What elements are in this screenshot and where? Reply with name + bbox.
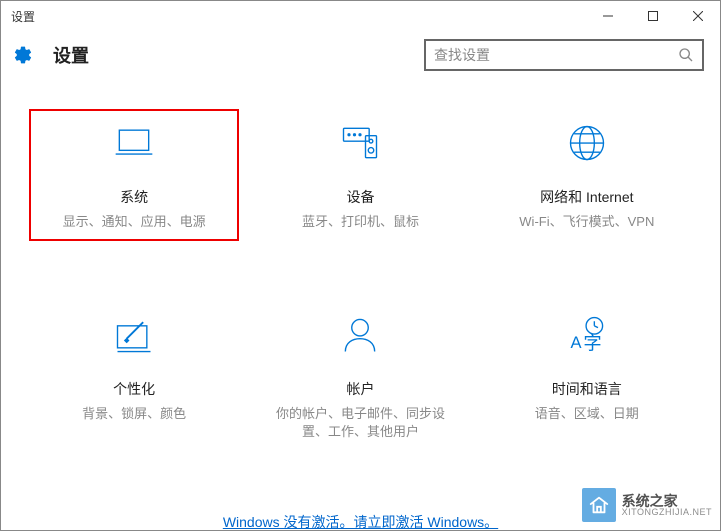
person-icon [336, 311, 384, 359]
tile-desc: 蓝牙、打印机、鼠标 [292, 213, 429, 231]
maximize-icon [648, 11, 658, 21]
minimize-icon [603, 11, 613, 21]
tile-desc: 你的帐户、电子邮件、同步设置、工作、其他用户 [265, 405, 455, 441]
tile-desc: 语音、区域、日期 [525, 405, 649, 423]
tile-personalization[interactable]: 个性化 背景、锁屏、颜色 [29, 301, 239, 451]
tile-desc: Wi-Fi、飞行模式、VPN [509, 213, 664, 231]
tile-title: 网络和 Internet [540, 187, 633, 207]
laptop-icon [110, 119, 158, 167]
tile-title: 系统 [120, 187, 148, 207]
close-button[interactable] [675, 1, 720, 31]
tile-desc: 背景、锁屏、颜色 [72, 405, 196, 423]
watermark: 系统之家 XITONGZHIJIA.NET [582, 488, 712, 522]
maximize-button[interactable] [630, 1, 675, 31]
tile-time-language[interactable]: A字 时间和语言 语音、区域、日期 [482, 301, 692, 451]
tile-network[interactable]: 网络和 Internet Wi-Fi、飞行模式、VPN [482, 109, 692, 241]
tile-desc: 显示、通知、应用、电源 [53, 213, 216, 231]
search-icon [678, 47, 694, 63]
time-language-icon: A字 [563, 311, 611, 359]
titlebar: 设置 [1, 1, 720, 31]
window-controls [585, 1, 720, 31]
search-box[interactable] [424, 39, 704, 71]
svg-text:A: A [570, 334, 581, 352]
tile-title: 帐户 [346, 379, 374, 399]
personalization-icon [110, 311, 158, 359]
tile-title: 时间和语言 [552, 379, 622, 399]
devices-icon [336, 119, 384, 167]
gear-icon [13, 45, 33, 65]
window-title: 设置 [11, 8, 35, 25]
globe-icon [563, 119, 611, 167]
tile-title: 设备 [346, 187, 374, 207]
watermark-url: XITONGZHIJIA.NET [622, 508, 712, 517]
tile-title: 个性化 [113, 379, 155, 399]
tile-devices[interactable]: 设备 蓝牙、打印机、鼠标 [255, 109, 465, 241]
tile-accounts[interactable]: 帐户 你的帐户、电子邮件、同步设置、工作、其他用户 [255, 301, 465, 451]
tile-system[interactable]: 系统 显示、通知、应用、电源 [29, 109, 239, 241]
watermark-logo-icon [582, 488, 616, 522]
header: 设置 [1, 31, 720, 79]
activation-link[interactable]: Windows 没有激活。请立即激活 Windows。 [223, 514, 498, 530]
tile-grid: 系统 显示、通知、应用、电源 设备 蓝牙、打印机、鼠标 网络和 Internet… [1, 79, 720, 532]
watermark-title: 系统之家 [622, 494, 712, 508]
svg-text:字: 字 [583, 333, 601, 354]
minimize-button[interactable] [585, 1, 630, 31]
page-title: 设置 [53, 42, 89, 68]
search-input[interactable] [434, 47, 678, 63]
close-icon [693, 11, 703, 21]
